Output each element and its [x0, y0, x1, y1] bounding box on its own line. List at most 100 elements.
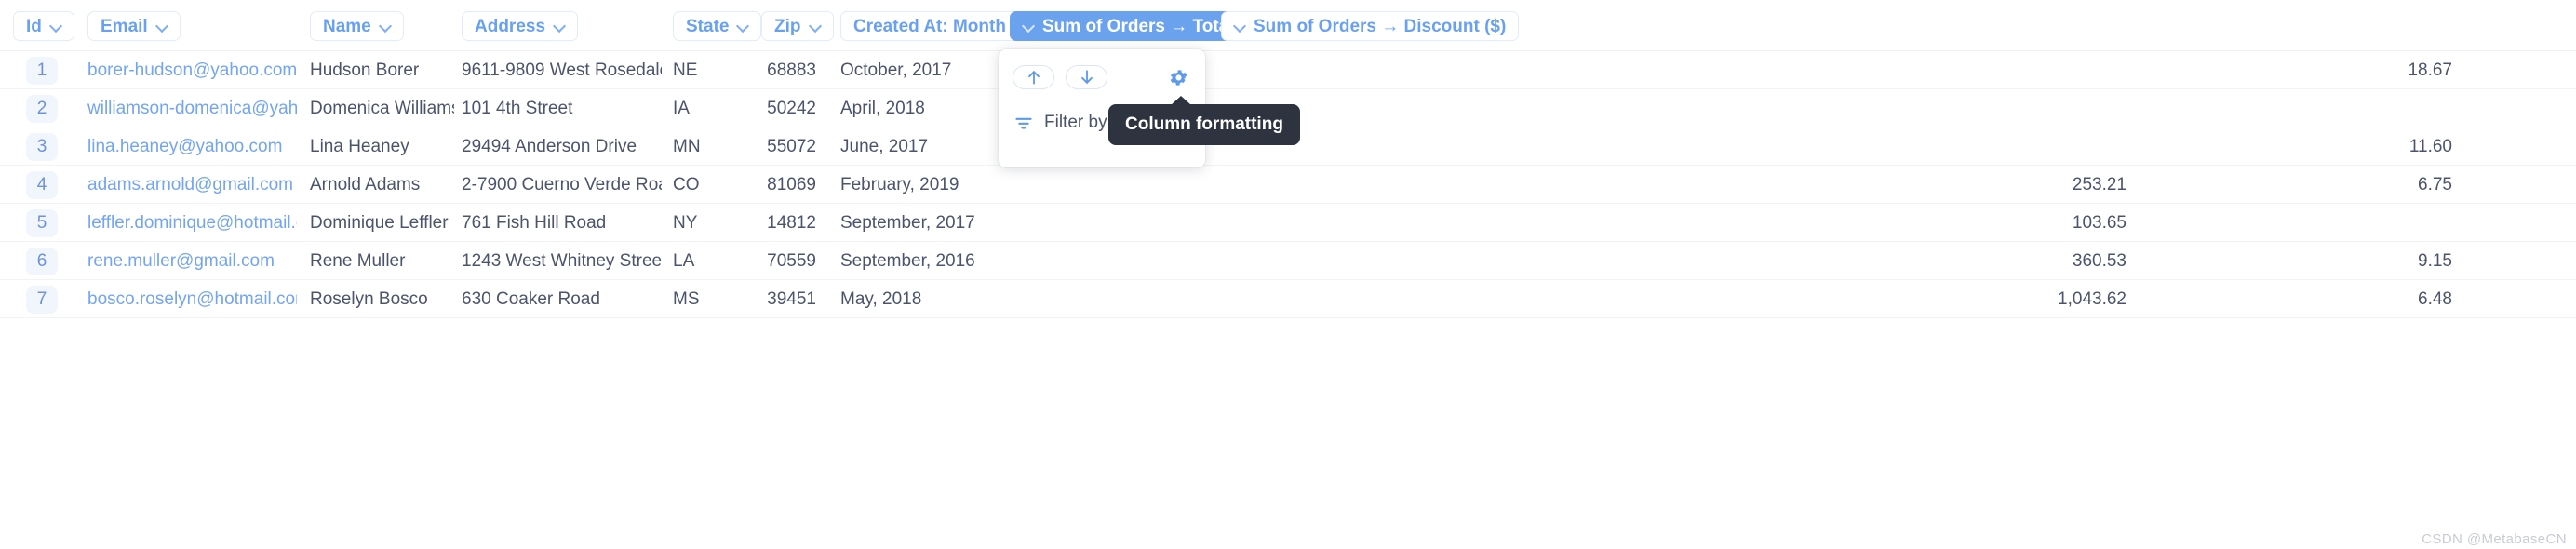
- cell-address: 630 Coaker Road: [462, 288, 600, 309]
- cell-created-at: May, 2018: [840, 288, 922, 309]
- column-header-pill-email[interactable]: Email: [87, 11, 181, 41]
- cell-total: 360.53: [2072, 250, 2127, 271]
- column-header-address[interactable]: Address: [462, 11, 579, 41]
- cell-total: [1824, 89, 2127, 127]
- cell-email[interactable]: borer-hudson@yahoo.com: [87, 51, 297, 89]
- cell-state: MN: [673, 136, 701, 156]
- filter-by-this-column-item[interactable]: Filter by t: [1014, 113, 1117, 133]
- cell-total: 103.65: [2072, 212, 2127, 233]
- cell-id: 1: [13, 51, 71, 89]
- cell-discount: 18.67: [2408, 60, 2452, 80]
- query-results-table: Id Email Name Address State Zip Created …: [0, 0, 2576, 549]
- cell-name: Domenica Williamson: [310, 98, 454, 118]
- column-header-pill-id[interactable]: Id: [13, 11, 74, 41]
- cell-discount: 6.48: [2418, 288, 2452, 309]
- table-row[interactable]: 6 rene.muller@gmail.com Rene Muller 1243…: [0, 242, 2576, 280]
- cell-id: 2: [13, 89, 71, 127]
- cell-created-at: September, 2016: [840, 250, 975, 271]
- chevron-down-icon: [1023, 20, 1034, 32]
- table-header-row: Id Email Name Address State Zip Created …: [0, 0, 2576, 51]
- table-row[interactable]: 7 bosco.roselyn@hotmail.com Roselyn Bosc…: [0, 280, 2576, 318]
- cell-id: 3: [13, 127, 71, 166]
- cell-name: Rene Muller: [310, 250, 406, 271]
- row-id-badge: 7: [26, 285, 58, 314]
- column-header-pill-name[interactable]: Name: [310, 11, 404, 41]
- cell-email[interactable]: williamson-domenica@yahoo.com: [87, 89, 297, 127]
- cell-email[interactable]: leffler.dominique@hotmail.com: [87, 204, 297, 242]
- column-header-pill-created-at-month[interactable]: Created At: Month: [840, 11, 1039, 41]
- cell-id: 5: [13, 204, 71, 242]
- column-formatting-button[interactable]: [1165, 65, 1191, 89]
- column-header-label: Email: [101, 16, 148, 36]
- cell-discount: 9.15: [2418, 250, 2452, 271]
- row-id-badge: 6: [26, 247, 58, 275]
- arrow-up-icon: [1027, 71, 1040, 85]
- cell-zip: 55072: [767, 136, 816, 156]
- sort-descending-button[interactable]: [1066, 65, 1107, 89]
- cell-name: Hudson Borer: [310, 60, 420, 80]
- sort-ascending-button[interactable]: [1013, 65, 1054, 89]
- cell-total: 1,043.62: [2058, 288, 2127, 309]
- cell-zip: 50242: [767, 98, 816, 118]
- column-header-email[interactable]: Email: [87, 11, 181, 41]
- row-id-badge: 4: [26, 170, 58, 199]
- watermark: CSDN @MetabaseCN: [2422, 531, 2567, 547]
- cell-email[interactable]: lina.heaney@yahoo.com: [87, 127, 297, 166]
- cell-discount: 11.60: [2408, 136, 2452, 156]
- table-body: 1 borer-hudson@yahoo.com Hudson Borer 96…: [0, 51, 2576, 318]
- filter-icon: [1015, 117, 1032, 129]
- cell-address: 761 Fish Hill Road: [462, 212, 607, 233]
- column-header-id[interactable]: Id: [13, 11, 74, 41]
- column-header-label: Name: [323, 16, 371, 36]
- table-row[interactable]: 5 leffler.dominique@hotmail.com Dominiqu…: [0, 204, 2576, 242]
- column-header-label: State: [686, 16, 730, 36]
- column-header-state[interactable]: State: [673, 11, 762, 41]
- column-header-pill-address[interactable]: Address: [462, 11, 579, 41]
- cell-email[interactable]: rene.muller@gmail.com: [87, 242, 297, 280]
- cell-name: Dominique Leffler: [310, 212, 449, 233]
- cell-zip: 14812: [767, 212, 816, 233]
- cell-state: NE: [673, 60, 698, 80]
- cell-email[interactable]: adams.arnold@gmail.com: [87, 166, 297, 204]
- cell-address: 29494 Anderson Drive: [462, 136, 637, 156]
- table-row[interactable]: 4 adams.arnold@gmail.com Arnold Adams 2-…: [0, 166, 2576, 204]
- cell-state: NY: [673, 212, 698, 233]
- cell-discount: 6.75: [2418, 174, 2452, 194]
- cell-zip: 68883: [767, 60, 816, 80]
- gear-icon: [1170, 69, 1187, 86]
- row-id-badge: 1: [26, 56, 58, 85]
- table-row[interactable]: 1 borer-hudson@yahoo.com Hudson Borer 96…: [0, 51, 2576, 89]
- column-header-label: Created At: Month: [853, 16, 1006, 36]
- cell-state: IA: [673, 98, 690, 118]
- column-header-pill-state[interactable]: State: [673, 11, 762, 41]
- cell-email[interactable]: bosco.roselyn@hotmail.com: [87, 280, 297, 318]
- cell-address: 101 4th Street: [462, 98, 573, 118]
- row-id-badge: 2: [26, 94, 58, 123]
- chevron-down-icon: [810, 20, 821, 32]
- cell-address: 2-7900 Cuerno Verde Road: [462, 174, 662, 194]
- column-header-pill-zip[interactable]: Zip: [761, 11, 834, 41]
- chevron-down-icon: [50, 20, 61, 32]
- cell-state: MS: [673, 288, 700, 309]
- column-header-pill-sum-of-orders-discount[interactable]: Sum of Orders → Discount ($): [1221, 11, 1520, 41]
- cell-created-at: September, 2017: [840, 212, 975, 233]
- cell-address: 1243 West Whitney Street: [462, 250, 662, 271]
- column-header-label: Address: [475, 16, 546, 36]
- column-header-name[interactable]: Name: [310, 11, 404, 41]
- chevron-down-icon: [380, 20, 391, 32]
- cell-zip: 81069: [767, 174, 816, 194]
- cell-total: [1824, 51, 2127, 89]
- column-formatting-tooltip: Column formatting: [1108, 96, 1300, 145]
- cell-state: CO: [673, 174, 700, 194]
- cell-state: LA: [673, 250, 695, 271]
- column-header-label: Id: [26, 16, 42, 36]
- cell-discount: [2168, 204, 2452, 242]
- cell-zip: 70559: [767, 250, 816, 271]
- column-header-created-at-month[interactable]: Created At: Month: [840, 11, 1039, 41]
- cell-created-at: February, 2019: [840, 174, 959, 194]
- cell-total: [1824, 127, 2127, 166]
- cell-zip: 39451: [767, 288, 816, 309]
- column-header-sum-of-orders-discount[interactable]: Sum of Orders → Discount ($): [1221, 11, 1520, 41]
- cell-name: Arnold Adams: [310, 174, 421, 194]
- column-header-zip[interactable]: Zip: [761, 11, 834, 41]
